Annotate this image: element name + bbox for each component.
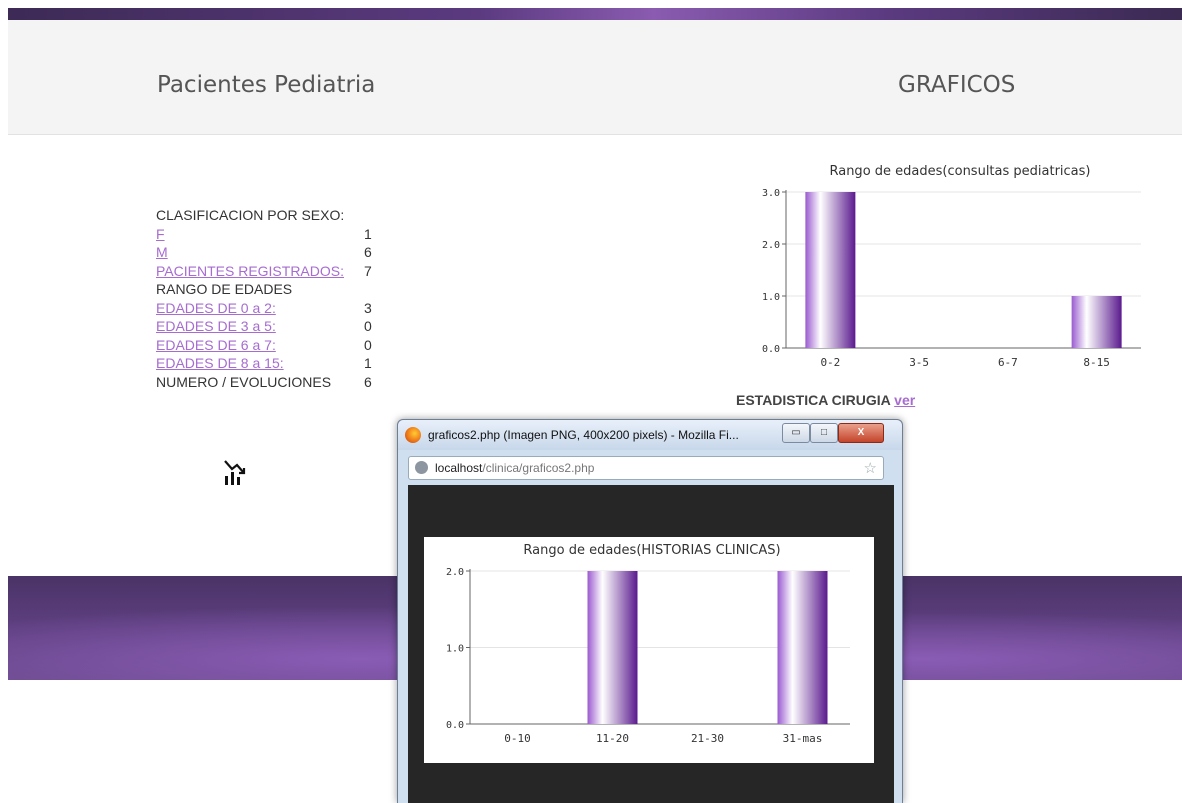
url-text: localhost/clinica/graficos2.php — [435, 461, 594, 475]
cirugia-ver-link[interactable]: ver — [894, 392, 915, 408]
age-row-3-5: EDADES DE 3 a 5: 0 — [156, 317, 372, 336]
y-tick-label: 1.0 — [762, 292, 780, 303]
stat-link-f[interactable]: F — [156, 226, 165, 242]
y-tick-label: 1.0 — [446, 644, 464, 655]
stats-panel: CLASIFICACION POR SEXO: F 1 M 6 PACIENTE… — [156, 206, 372, 392]
age-link-0-2[interactable]: EDADES DE 0 a 2: — [156, 300, 276, 316]
stat-value-registrados: 7 — [364, 262, 372, 279]
popup-window[interactable]: graficos2.php (Imagen PNG, 400x200 pixel… — [397, 419, 903, 803]
cirugia-label: ESTADISTICA CIRUGIA — [736, 392, 891, 408]
y-tick-label: 0.0 — [762, 344, 780, 355]
bar-31-mas — [777, 571, 828, 724]
cirugia-stat: ESTADISTICA CIRUGIA ver — [736, 392, 915, 408]
chart-title: Rango de edades(consultas pediatricas) — [829, 164, 1090, 179]
stat-link-registrados[interactable]: PACIENTES REGISTRADOS: — [156, 263, 344, 279]
x-tick-label: 31-mas — [783, 732, 823, 745]
url-path: /clinica/graficos2.php — [482, 461, 595, 475]
age-link-3-5[interactable]: EDADES DE 3 a 5: — [156, 318, 276, 334]
popup-titlebar[interactable]: graficos2.php (Imagen PNG, 400x200 pixel… — [398, 420, 902, 450]
bar-8-15 — [1071, 296, 1122, 348]
x-tick-label: 8-15 — [1083, 356, 1110, 369]
popup-content: Rango de edades(HISTORIAS CLINICAS) 0.0 1.… — [408, 485, 894, 803]
chart2-background: Rango de edades(HISTORIAS CLINICAS) 0.0 1.… — [424, 537, 874, 763]
page-title: Pacientes Pediatria — [157, 72, 376, 98]
chart-title: Rango de edades(HISTORIAS CLINICAS) — [523, 543, 780, 558]
x-tick-label: 0-10 — [504, 732, 531, 745]
firefox-icon — [405, 427, 421, 443]
close-button[interactable]: X — [838, 423, 884, 443]
x-tick-label: 0-2 — [820, 356, 840, 369]
x-tick-label: 11-20 — [596, 732, 629, 745]
globe-icon — [415, 461, 428, 474]
y-tick-label: 3.0 — [762, 188, 780, 199]
stat-row-registrados: PACIENTES REGISTRADOS: 7 — [156, 262, 372, 281]
stat-row-m: M 6 — [156, 243, 372, 262]
age-value-3-5: 0 — [364, 318, 372, 334]
age-row-6-7: EDADES DE 6 a 7: 0 — [156, 336, 372, 355]
evoluciones-row: NUMERO / EVOLUCIONES 6 — [156, 373, 372, 392]
graficos-title: GRAFICOS — [898, 72, 1016, 98]
popup-title: graficos2.php (Imagen PNG, 400x200 pixel… — [428, 428, 739, 442]
stats-heading: CLASIFICACION POR SEXO: — [156, 207, 345, 223]
chart-icon[interactable] — [222, 458, 248, 486]
top-accent-bar — [8, 8, 1182, 20]
y-tick-label: 2.0 — [762, 240, 780, 251]
historias-clinicas-chart: Rango de edades(HISTORIAS CLINICAS) 0.0 1.… — [446, 543, 850, 745]
bar-11-20 — [587, 571, 638, 724]
minimize-button[interactable]: ▭ — [782, 423, 810, 443]
bookmark-star-icon[interactable]: ☆ — [864, 459, 877, 477]
y-tick-label: 0.0 — [446, 720, 464, 731]
x-tick-label: 3-5 — [909, 356, 929, 369]
age-value-0-2: 3 — [364, 299, 372, 316]
age-link-8-15[interactable]: EDADES DE 8 a 15: — [156, 355, 284, 371]
evoluciones-label: NUMERO / EVOLUCIONES — [156, 373, 332, 390]
evoluciones-value: 6 — [364, 373, 372, 390]
age-value-8-15: 1 — [364, 355, 372, 371]
stat-row-f: F 1 — [156, 225, 372, 244]
y-tick-label: 2.0 — [446, 567, 464, 578]
age-link-6-7[interactable]: EDADES DE 6 a 7: — [156, 337, 276, 353]
pediatric-age-chart: Rango de edades(consultas pediatricas) 0.… — [762, 164, 1141, 369]
age-value-6-7: 0 — [364, 336, 372, 353]
page-header: Pacientes Pediatria GRAFICOS — [8, 20, 1182, 135]
url-host: localhost — [435, 461, 483, 475]
stat-link-m[interactable]: M — [156, 244, 168, 260]
url-bar[interactable]: localhost/clinica/graficos2.php ☆ — [408, 456, 884, 480]
x-tick-label: 6-7 — [998, 356, 1018, 369]
age-row-8-15: EDADES DE 8 a 15: 1 — [156, 354, 372, 373]
stat-value-f: 1 — [364, 225, 372, 242]
age-heading: RANGO DE EDADES — [156, 281, 293, 297]
bar-0-2 — [805, 192, 856, 348]
maximize-button[interactable]: □ — [810, 423, 838, 443]
stat-value-m: 6 — [364, 244, 372, 260]
age-row-0-2: EDADES DE 0 a 2: 3 — [156, 299, 372, 318]
x-tick-label: 21-30 — [691, 732, 724, 745]
